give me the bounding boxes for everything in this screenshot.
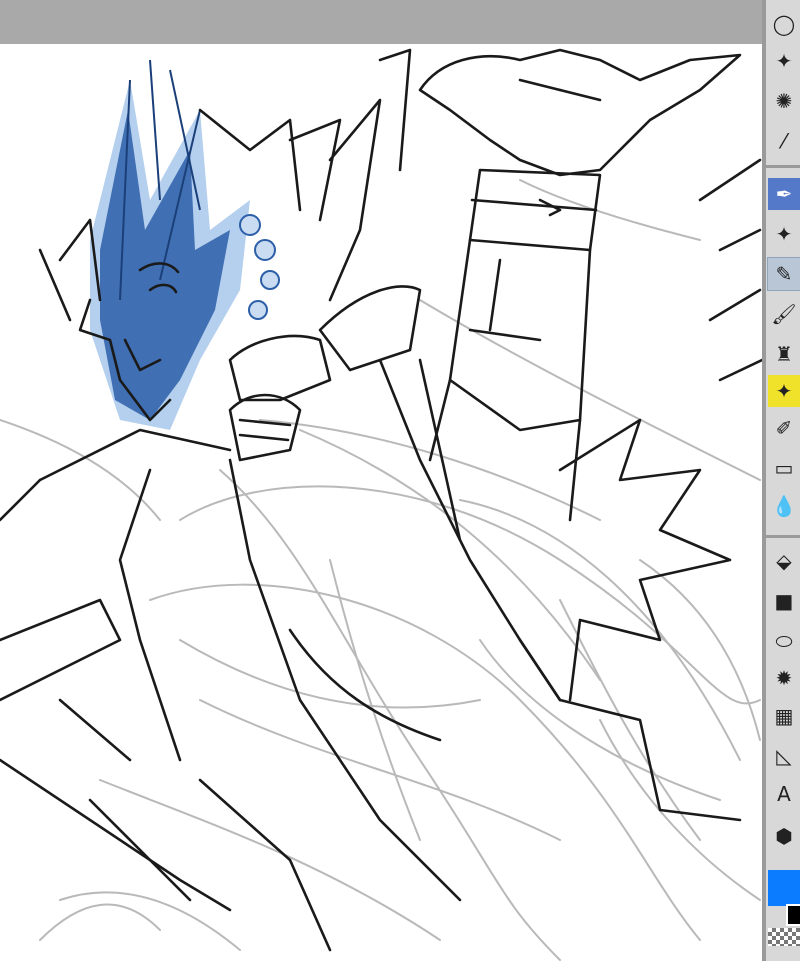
frame-icon[interactable]: ▦ bbox=[768, 700, 800, 732]
tool-palette: ◯ ✦ ✺ ⁄ ✒ ✦ ✎ 🖌 ♜ ✦ ✐ ▭ 💧 ⬙ ■ ⬭ ✹ ▦ ◺ A ⬢ bbox=[766, 0, 800, 961]
fill-icon[interactable]: ⬙ bbox=[768, 545, 800, 577]
burst-icon[interactable]: ✹ bbox=[768, 662, 800, 694]
eyedropper-icon[interactable]: ⁄ bbox=[768, 125, 800, 157]
star-brush-icon[interactable]: ✦ bbox=[768, 218, 800, 250]
airbrush-icon[interactable]: ♜ bbox=[768, 338, 800, 370]
transparent-color-swatch[interactable] bbox=[768, 928, 800, 946]
foreground-color-swatch[interactable] bbox=[768, 870, 800, 906]
ruler-icon[interactable]: ◺ bbox=[768, 740, 800, 772]
decoration-icon[interactable]: ✦ bbox=[768, 375, 800, 407]
drawing-canvas[interactable] bbox=[0, 44, 762, 961]
marker-icon[interactable]: ✐ bbox=[768, 412, 800, 444]
sparkle-select-icon[interactable]: ✺ bbox=[768, 85, 800, 117]
ellipse-icon[interactable]: ⬭ bbox=[768, 625, 800, 657]
tool-group-separator bbox=[766, 165, 800, 168]
background-color-swatch[interactable] bbox=[786, 904, 800, 926]
canvas-top-bar bbox=[0, 0, 762, 44]
pen-icon[interactable]: ✒ bbox=[768, 178, 800, 210]
tool-group-separator bbox=[766, 535, 800, 538]
brush-icon[interactable]: 🖌 bbox=[768, 298, 800, 330]
pencil-icon[interactable]: ✎ bbox=[767, 257, 800, 291]
lasso-icon[interactable]: ◯ bbox=[768, 8, 800, 40]
blend-icon[interactable]: 💧 bbox=[768, 490, 800, 522]
magic-wand-icon[interactable]: ✦ bbox=[768, 45, 800, 77]
eraser-icon[interactable]: ▭ bbox=[768, 452, 800, 484]
balloon-icon[interactable]: ⬢ bbox=[768, 820, 800, 852]
text-icon[interactable]: A bbox=[768, 778, 800, 810]
gradient-icon[interactable]: ■ bbox=[768, 585, 800, 617]
sketch-artwork bbox=[0, 48, 762, 961]
